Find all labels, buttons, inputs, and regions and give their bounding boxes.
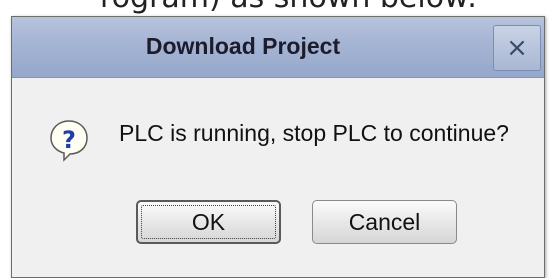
cancel-button-label: Cancel xyxy=(348,208,421,235)
svg-text:?: ? xyxy=(62,126,76,154)
close-icon: × xyxy=(506,33,528,63)
close-button[interactable]: × xyxy=(493,25,541,71)
focus-ring xyxy=(141,205,276,239)
document-text-fragment: rogram) as shown below: xyxy=(100,0,477,15)
dialog-content: ? PLC is running, stop PLC to continue? … xyxy=(12,78,544,277)
dialog-titlebar[interactable]: Download Project × xyxy=(12,17,544,78)
dialog-title: Download Project xyxy=(145,33,341,59)
cancel-button[interactable]: Cancel xyxy=(312,200,457,244)
download-project-dialog: Download Project × ? PLC is running, sto… xyxy=(11,16,545,278)
dialog-message: PLC is running, stop PLC to continue? xyxy=(119,120,509,146)
ok-button[interactable]: OK xyxy=(136,200,281,244)
question-icon: ? xyxy=(50,120,88,162)
